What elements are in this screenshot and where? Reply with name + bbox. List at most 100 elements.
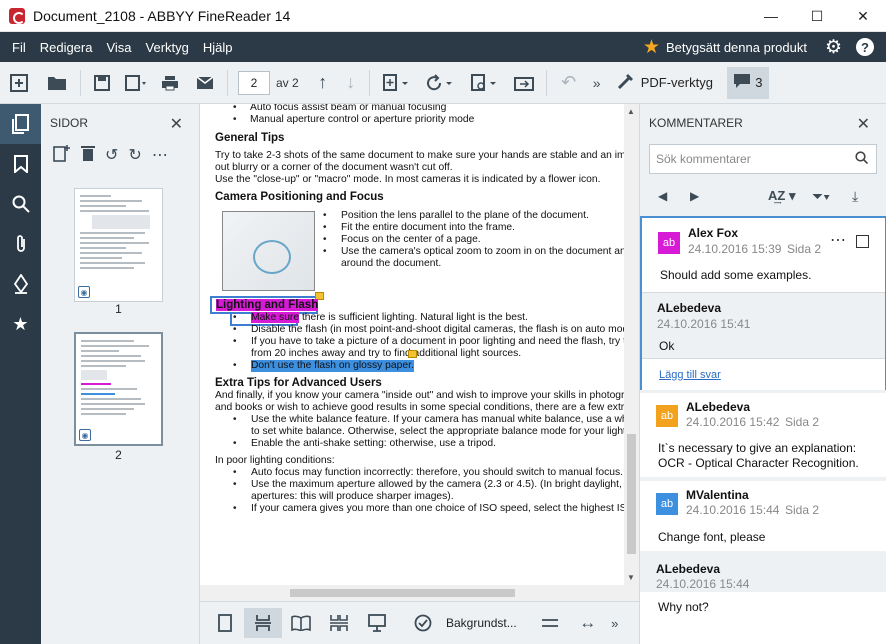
menu-file[interactable]: Fil [5, 40, 33, 55]
two-page-view-icon[interactable] [282, 608, 320, 638]
page-thumbnail-2[interactable]: ◉ [74, 332, 163, 446]
doc-heading: Extra Tips for Advanced Users [215, 377, 382, 389]
window-title: Document_2108 - ABBYY FineReader 14 [33, 7, 291, 24]
save-icon[interactable] [85, 67, 119, 99]
doc-line: out blurry or a corner of the document w… [215, 162, 453, 173]
menu-tools[interactable]: Verktyg [139, 40, 196, 55]
comment-body: Why not? [640, 592, 886, 644]
comment-reply[interactable]: ALebedeva 24.10.2016 15:41 Ok [642, 292, 885, 358]
delete-page-icon[interactable] [81, 145, 95, 166]
favorites-star-icon[interactable]: ★ [0, 304, 41, 344]
doc-line-part: additional light sources. [413, 348, 522, 359]
pdf-tools-button[interactable]: PDF-verktyg [607, 72, 723, 93]
comment-author: ALebedeva [656, 562, 721, 576]
comment-card[interactable]: ab ALebedeva 24.10.2016 15:42 Sida 2 It`… [640, 393, 886, 477]
comment-thread[interactable]: ab Alex Fox 24.10.2016 15:39 Sida 2 ⋯ Sh… [640, 216, 886, 390]
pages-icon[interactable] [0, 104, 41, 144]
rotate-left-icon[interactable]: ↺ [105, 145, 118, 165]
minimize-button[interactable]: — [748, 0, 794, 32]
new-document-icon[interactable] [0, 67, 38, 99]
scroll-view-icon[interactable] [244, 608, 282, 638]
toolbar-divider [227, 69, 228, 96]
menu-edit[interactable]: Redigera [33, 40, 100, 55]
previous-page-icon[interactable]: ↑ [309, 67, 337, 99]
single-page-view-icon[interactable] [206, 608, 244, 638]
vertical-scrollbar[interactable]: ▲ ▼ [624, 104, 639, 585]
bookmark-icon[interactable] [0, 144, 41, 184]
comment-page: Sida 2 [785, 415, 820, 429]
avatar: ab [658, 232, 680, 254]
comment-icon [733, 73, 751, 92]
bullet: • [233, 467, 237, 478]
email-icon[interactable] [187, 67, 223, 99]
next-page-icon[interactable]: ↓ [337, 67, 365, 99]
previous-comment-icon[interactable]: ◀ [658, 189, 667, 203]
doc-line: And finally, if you know your camera "in… [215, 390, 624, 401]
horizontal-scrollbar[interactable] [200, 585, 639, 601]
more-chevron-icon[interactable]: » [607, 608, 623, 638]
comment-marker-icon[interactable] [408, 350, 417, 358]
add-page-icon[interactable] [374, 67, 418, 99]
compare-icon[interactable] [506, 67, 542, 99]
resolve-checkbox[interactable] [856, 235, 869, 248]
filter-icon[interactable]: ⏷▾ [812, 188, 830, 205]
search-icon[interactable] [855, 151, 869, 167]
comment-reply[interactable]: ALebedeva 24.10.2016 15:44 Why not? [640, 554, 886, 644]
add-page-icon[interactable] [53, 144, 71, 167]
print-icon[interactable] [153, 67, 187, 99]
save-as-icon[interactable] [119, 67, 153, 99]
rotate-right-icon[interactable]: ↻ [128, 145, 141, 165]
search-comments-input[interactable]: Sök kommentarer [649, 144, 877, 174]
menu-help[interactable]: Hjälp [196, 40, 240, 55]
collapse-all-icon[interactable]: ⤓ [852, 188, 858, 205]
scroll-down-arrow-icon[interactable]: ▼ [627, 573, 635, 582]
attachment-icon[interactable] [0, 224, 41, 264]
background-recognition-label[interactable]: Bakgrundst... [446, 616, 517, 630]
scrollbar-thumb[interactable] [627, 434, 636, 554]
sort-icon[interactable]: A͢Z ▾ [768, 188, 795, 204]
recognize-page-icon[interactable] [462, 67, 506, 99]
avatar-text: ab [660, 410, 674, 422]
more-chevron-icon[interactable]: » [587, 67, 607, 99]
rotate-icon[interactable] [418, 67, 462, 99]
add-reply-link[interactable]: Lägg till svar [659, 369, 721, 381]
close-button[interactable]: ✕ [840, 0, 886, 32]
fit-width-arrows-icon[interactable]: ↔ [569, 608, 607, 638]
comments-toggle-button[interactable]: 3 [726, 66, 769, 99]
undo-icon[interactable]: ↶ [551, 67, 587, 99]
gear-icon[interactable]: ⚙ [825, 36, 842, 59]
highlighted-text: Make sure [251, 312, 300, 323]
two-page-scroll-icon[interactable] [320, 608, 358, 638]
more-options-icon[interactable]: ⋯ [152, 145, 168, 165]
star-icon[interactable]: ★ [643, 36, 660, 59]
scrollbar-thumb[interactable] [290, 589, 515, 597]
rate-product-link[interactable]: Betygsätt denna produkt [666, 40, 807, 55]
presentation-view-icon[interactable] [358, 608, 396, 638]
signature-icon[interactable] [0, 264, 41, 304]
bullet: • [323, 222, 327, 233]
more-options-icon[interactable]: ⋯ [830, 230, 846, 250]
close-comments-panel-icon[interactable]: ✕ [857, 114, 870, 134]
comment-date: 24.10.2016 15:44 [656, 577, 750, 591]
doc-line: Use the white balance feature. If your c… [251, 414, 624, 425]
fit-width-lines-icon[interactable] [531, 608, 569, 638]
help-icon[interactable]: ? [856, 38, 874, 56]
open-folder-icon[interactable] [38, 67, 76, 99]
next-comment-icon[interactable]: ▶ [690, 189, 699, 203]
comment-author: ALebedeva [686, 400, 751, 414]
doc-line-rest: there is sufficient lighting. Natural li… [299, 312, 528, 323]
doc-line: from 20 inches away and try to find addi… [251, 348, 521, 360]
page-thumbnail-1[interactable]: ◉ [74, 188, 163, 302]
close-pages-panel-icon[interactable]: ✕ [170, 114, 183, 134]
page-number-input[interactable]: 2 [238, 70, 270, 95]
comment-card[interactable]: ab MValentina 24.10.2016 15:44 Sida 2 Ch… [640, 481, 886, 551]
document-view[interactable]: • Auto focus assist beam or manual focus… [200, 104, 624, 585]
menu-view[interactable]: Visa [99, 40, 138, 55]
bullet: • [323, 234, 327, 245]
scroll-up-arrow-icon[interactable]: ▲ [627, 107, 635, 116]
maximize-button[interactable]: ☐ [794, 0, 840, 32]
background-check-icon[interactable] [404, 608, 442, 638]
doc-line: If you have to take a picture of a docum… [251, 336, 624, 347]
pages-panel: SIDOR ✕ ↺ ↻ ⋯ ◉ 1 ◉ 2 [41, 104, 200, 644]
search-icon[interactable] [0, 184, 41, 224]
